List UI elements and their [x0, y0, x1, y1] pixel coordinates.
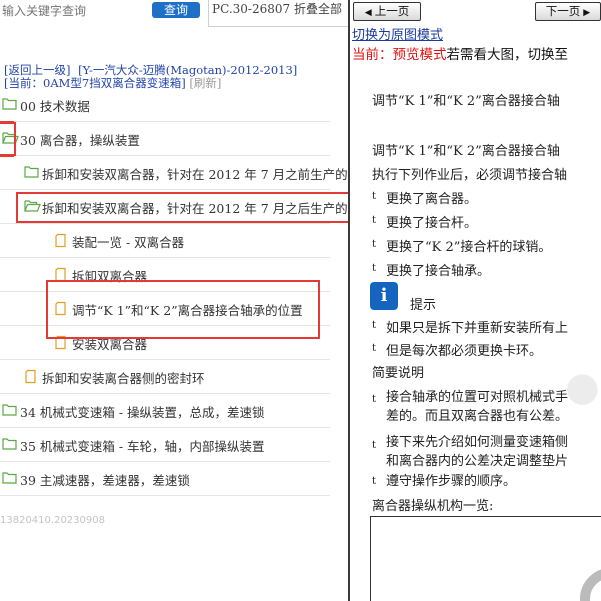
summary-1a: 接合轴承的位置可对照机械式手 [386, 390, 569, 405]
highlight-box-clutch-left [0, 121, 14, 157]
next-page-label: 下一页 [545, 4, 581, 18]
tree-item-label: 30 离合器，操纵装置 [20, 133, 140, 148]
doc-bullet-text: 更换了接合杆。 [386, 216, 478, 231]
folder-icon [2, 437, 17, 450]
bullet-marker: t [372, 215, 377, 226]
collapse-all-link[interactable]: 折叠全部 [294, 2, 342, 16]
tree-item-label: 35 机械式变速箱 - 车轮，轴，内部操纵装置 [20, 439, 265, 454]
document-preview: ● 调节“K 1”和“K 2”离合器接合轴 调节“K 1”和“K 2”离合器接合… [350, 64, 601, 601]
tree-item[interactable]: 30 离合器，操纵装置 [0, 122, 330, 156]
summary-2b: 和离合器内的公差决定调整垫片 [386, 454, 569, 469]
tree-item[interactable]: 拆卸和安装离合器侧的密封环 [0, 360, 330, 394]
prev-page-label: 上一页 [374, 4, 410, 18]
version-text: 13820410.20230908 [0, 515, 105, 526]
tree-item-label: 拆卸和安装离合器侧的密封环 [42, 371, 205, 386]
doc-bullet-text: 更换了“K 2”接合杆的球销。 [386, 240, 552, 255]
toolbar-separator [208, 0, 209, 26]
search-button[interactable]: 查询 [152, 2, 200, 18]
folder-icon [2, 97, 17, 110]
tree-item[interactable]: 35 机械式变速箱 - 车轮，轴，内部操纵装置 [0, 428, 330, 462]
triangle-left-icon: ◀ [364, 8, 372, 18]
summary-bullet-3: t [372, 476, 377, 487]
right-pane: ◀ 上一页 下一页 ▶ 切换为原图模式 当前：预览模式若需看大图，切换至 ● 调节“… [350, 0, 601, 601]
highlight-box-item-after-2012 [16, 192, 348, 223]
pc-code: PC.30-26807 折叠全部 [212, 0, 342, 17]
folder-icon [2, 471, 17, 484]
switch-original-mode-link[interactable]: 切换为原图模式 [352, 24, 443, 43]
tree-item[interactable]: 39 主减速器，差速器，差速锁 [0, 462, 330, 496]
pc-code-value: PC.30-26807 [212, 2, 291, 16]
highlight-box-k1-k2 [46, 280, 320, 339]
bullet-marker: t [372, 239, 377, 250]
summary-3: 遵守操作步骤的顺序。 [386, 474, 517, 489]
summary-2a: 接下来先介绍如何测量变速箱侧 [386, 435, 569, 450]
folder-icon [2, 403, 17, 416]
summary-bullet-2: t [372, 440, 377, 451]
document-icon [54, 233, 69, 248]
tree-item[interactable]: 装配一览 - 双离合器 [0, 224, 330, 258]
tree-item-label: 34 机械式变速箱 - 操纵装置，总成，差速锁 [20, 405, 265, 420]
doc-bullet-text: 更换了离合器。 [386, 192, 478, 207]
search-input[interactable] [0, 1, 144, 21]
tip-bullet-text: 如果只是拆下并重新安装所有上 [386, 321, 569, 336]
tree-item-label: 00 技术数据 [20, 99, 90, 114]
tree-item[interactable]: 拆卸和安装双离合器，针对在 2012 年 7 月之前生产的 [0, 156, 348, 190]
watermark-mark: ● [565, 364, 600, 410]
tree-item[interactable]: 34 机械式变速箱 - 操纵装置，总成，差速锁 [0, 394, 330, 428]
overview-title: 离合器操纵机构一览: [372, 499, 494, 514]
bullet-marker: t [372, 191, 377, 202]
left-pane: 查询 PC.30-26807 折叠全部 [返回上一级] [Y-一汽大众-迈腾(M… [0, 0, 348, 601]
document-icon [54, 267, 69, 282]
summary-bullet-1: t [372, 394, 377, 405]
tree-item-label: 装配一览 - 双离合器 [72, 235, 185, 250]
next-page-button[interactable]: 下一页 ▶ [535, 2, 601, 21]
bullet-marker: t [372, 343, 377, 354]
doc-heading: 调节“K 1”和“K 2”离合器接合轴 [372, 144, 560, 159]
bullet-marker: t [372, 320, 377, 331]
prev-page-button[interactable]: ◀ 上一页 [353, 2, 421, 21]
info-icon: i [370, 282, 398, 310]
triangle-right-icon: ▶ [583, 8, 591, 18]
tip-bullet-text: 但是每次都必须更换卡环。 [386, 344, 543, 359]
tree-item[interactable]: 00 技术数据 [0, 88, 330, 122]
mode-current: 当前：预览模式 [352, 47, 447, 63]
document-icon [24, 369, 39, 384]
folder-icon [24, 165, 39, 178]
tip-label: 提示 [410, 298, 437, 313]
doc-bullet-text: 更换了接合轴承。 [386, 264, 491, 279]
diagram-frame [370, 516, 601, 601]
mode-hint: 若需看大图，切换至 [446, 47, 569, 63]
mode-info: 当前：预览模式若需看大图，切换至 [352, 43, 568, 63]
bullet-marker: t [372, 263, 377, 274]
diagram-graphic [580, 569, 601, 601]
doc-intro: 执行下列作业后，必须调节接合轴 [372, 168, 568, 183]
tree-item-label: 拆卸和安装双离合器，针对在 2012 年 7 月之前生产的 [42, 167, 348, 182]
summary-title: 简要说明 [372, 366, 425, 381]
tree-item-label: 39 主减速器，差速器，差速锁 [20, 473, 190, 488]
toolbar-separator-bottom [208, 26, 348, 27]
summary-1b: 差的。而且双离合器也有公差。 [386, 409, 569, 424]
doc-title: 调节“K 1”和“K 2”离合器接合轴 [372, 94, 560, 109]
